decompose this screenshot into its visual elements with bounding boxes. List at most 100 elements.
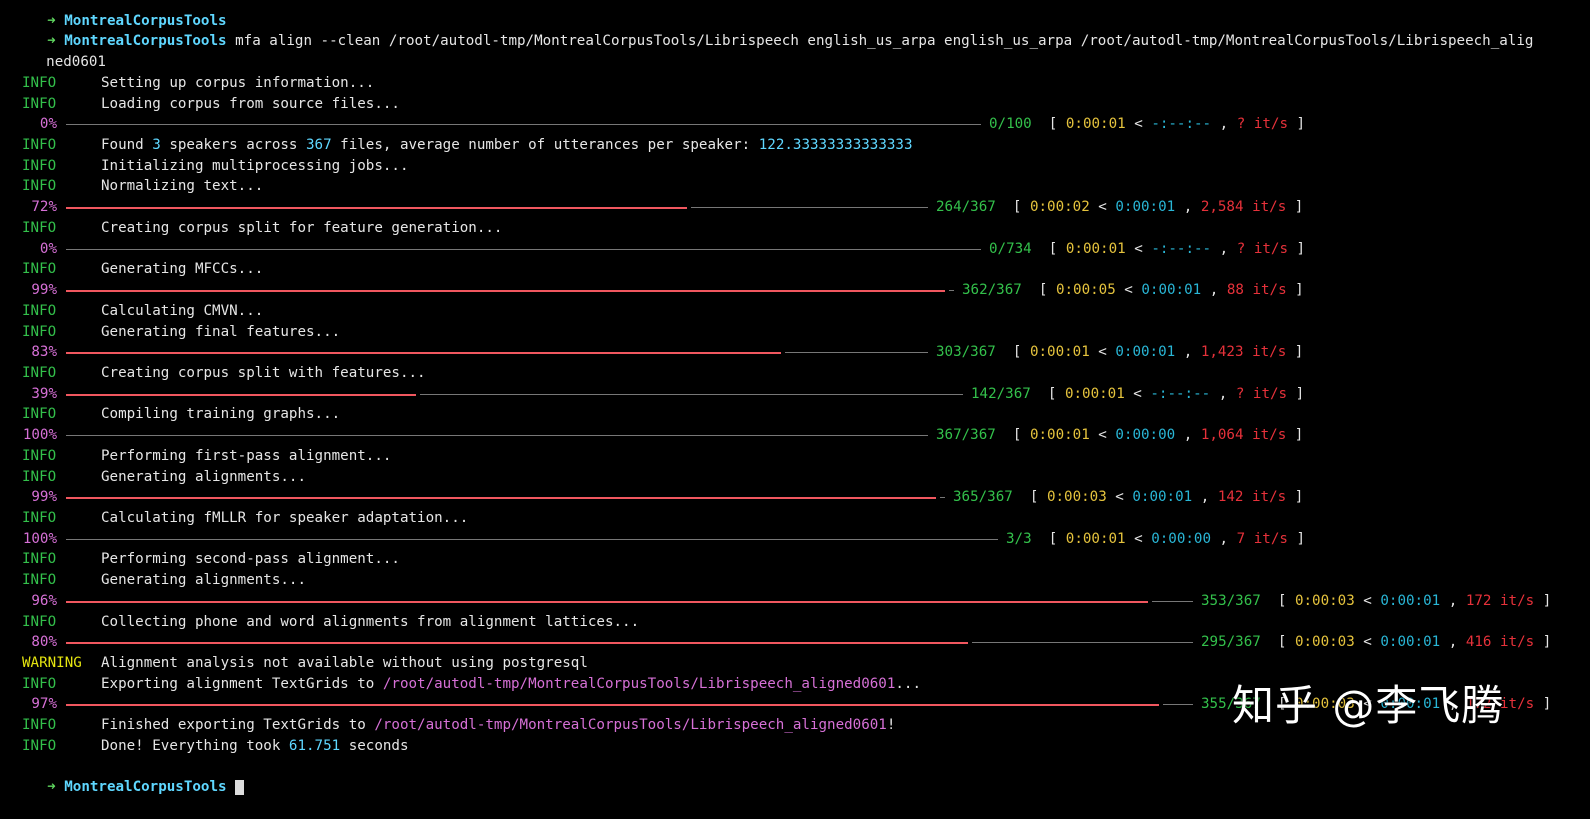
log-line-info: INFO Calculating fMLLR for speaker adapta… bbox=[0, 507, 1590, 529]
log-message: Alignment analysis not available without… bbox=[101, 655, 588, 671]
log-level: INFO bbox=[22, 572, 57, 589]
progress-remaining: 0:00:01 bbox=[1380, 592, 1441, 609]
log-message: Found 3 speakers across 367 files, avera… bbox=[101, 135, 912, 156]
progress-elapsed: 0:00:05 bbox=[1055, 282, 1116, 299]
progress-bar-remaining bbox=[972, 642, 1193, 644]
progress-remaining: 0:00:01 bbox=[1380, 634, 1441, 651]
elapsed-seconds: 61.751 bbox=[288, 737, 341, 754]
log-level: INFO bbox=[22, 137, 57, 154]
log-line-info: INFO Collecting phone and word alignments… bbox=[0, 611, 1590, 633]
progress-bar-remaining bbox=[66, 538, 998, 540]
progress-bar-remaining bbox=[420, 393, 963, 395]
prompt-arrow-icon: ➜ bbox=[47, 779, 56, 796]
progress-rate-unit-text: it/s bbox=[1499, 634, 1535, 651]
progress-elapsed: 0:00:01 bbox=[1065, 240, 1126, 257]
log-level: INFO bbox=[22, 447, 57, 464]
progress-rate: 416 bbox=[1465, 634, 1492, 651]
progress-line: 99% 362/367 [ 0:00:05 < 0:00:01 , 88 it/s… bbox=[0, 280, 1590, 301]
progress-remaining: 0:00:00 bbox=[1151, 530, 1212, 547]
progress-rate: 1,423 bbox=[1200, 344, 1244, 361]
log-level: INFO bbox=[22, 509, 57, 526]
terminal-output[interactable]: ➜ MontrealCorpusTools ➜ MontrealCorpusTo… bbox=[0, 0, 1590, 795]
progress-percent: 72% bbox=[31, 199, 57, 216]
progress-bar-remaining bbox=[691, 207, 928, 209]
log-level: INFO bbox=[22, 157, 57, 174]
progress-bar-remaining bbox=[66, 248, 981, 250]
log-line-info: INFO Calculating CMVN... bbox=[0, 300, 1590, 322]
progress-percent: 0% bbox=[39, 240, 57, 257]
log-level: INFO bbox=[22, 302, 57, 319]
progress-percent: 96% bbox=[31, 592, 57, 609]
progress-rate-unit: it/s bbox=[1243, 489, 1286, 505]
progress-rate-unit-text: it/s bbox=[1252, 427, 1287, 444]
progress-stats: 142/367 [ 0:00:01 < -:--:-- , ? it/s ] bbox=[971, 385, 1305, 402]
progress-elapsed: 0:00:01 bbox=[1029, 344, 1090, 361]
progress-rate: 2,584 bbox=[1200, 199, 1244, 216]
avg-utterances: 122.33333333333333 bbox=[758, 137, 913, 154]
file-count: 367 bbox=[306, 137, 332, 154]
log-message: Done! Everything took 61.751 seconds bbox=[101, 736, 409, 757]
progress-bar-remaining bbox=[1152, 600, 1193, 602]
progress-rate-unit: it/s bbox=[1245, 531, 1288, 547]
log-message: Collecting phone and word alignments fro… bbox=[101, 613, 640, 630]
progress-rate-unit: it/s bbox=[1245, 116, 1288, 132]
progress-bar-remaining bbox=[1163, 704, 1193, 706]
log-line-info: INFO Normalizing text... bbox=[0, 176, 1590, 198]
progress-rate-unit: it/s bbox=[1491, 634, 1534, 650]
progress-percent: 99% bbox=[31, 489, 57, 506]
progress-percent: 100% bbox=[22, 427, 57, 444]
command-wrap-line: ned0601 bbox=[0, 31, 1590, 70]
prompt-cwd: MontrealCorpusTools bbox=[64, 779, 227, 796]
message-post: ... bbox=[895, 675, 921, 692]
progress-percent: 99% bbox=[31, 282, 57, 299]
progress-count: 365/367 bbox=[953, 489, 1013, 506]
progress-elapsed: 0:00:03 bbox=[1294, 592, 1355, 609]
progress-count: 367/367 bbox=[936, 427, 996, 444]
progress-bar-filled bbox=[66, 207, 687, 210]
progress-line: 96% 353/367 [ 0:00:03 < 0:00:01 , 172 it/… bbox=[0, 590, 1590, 612]
final-prompt-line[interactable]: ➜ MontrealCorpusTools bbox=[0, 757, 1590, 795]
progress-stats: 362/367 [ 0:00:05 < 0:00:01 , 88 it/s ] bbox=[962, 282, 1304, 299]
log-line-info: INFO Done! Everything took 61.751 seconds bbox=[0, 735, 1590, 757]
progress-rate-unit-text: it/s bbox=[1253, 530, 1288, 547]
progress-elapsed: 0:00:03 bbox=[1046, 489, 1107, 506]
progress-elapsed: 0:00:01 bbox=[1065, 530, 1126, 547]
progress-rate-unit-text: it/s bbox=[1253, 240, 1288, 257]
log-message: Generating final features... bbox=[101, 323, 341, 340]
message-post: ! bbox=[886, 717, 896, 734]
log-line-info: INFO Loading corpus from source files... bbox=[0, 93, 1590, 115]
progress-remaining: -:--:-- bbox=[1151, 240, 1212, 257]
log-level: WARNING bbox=[22, 655, 82, 671]
log-line-info: INFO Generating MFCCs... bbox=[0, 259, 1590, 281]
progress-rate-unit-text: it/s bbox=[1252, 282, 1287, 299]
progress-elapsed: 0:00:01 bbox=[1029, 427, 1090, 444]
progress-stats: 3/3 [ 0:00:01 < 0:00:00 , 7 it/s ] bbox=[1006, 530, 1305, 547]
progress-remaining: 0:00:01 bbox=[1115, 199, 1176, 216]
log-level: INFO bbox=[22, 95, 57, 112]
progress-rate-unit-text: it/s bbox=[1252, 199, 1287, 216]
progress-line: 83% 303/367 [ 0:00:01 < 0:00:01 , 1,423 i… bbox=[0, 342, 1590, 363]
log-level: INFO bbox=[22, 406, 57, 423]
previous-prompt-line: ➜ MontrealCorpusTools bbox=[0, 0, 1590, 29]
progress-bar-filled bbox=[66, 352, 781, 355]
log-message: Compiling training graphs... bbox=[101, 406, 341, 423]
progress-count: 264/367 bbox=[936, 199, 996, 216]
progress-rate: 1,064 bbox=[1200, 427, 1244, 444]
log-level: INFO bbox=[22, 178, 57, 195]
log-level: INFO bbox=[22, 261, 57, 278]
progress-line: 80% 295/367 [ 0:00:03 < 0:00:01 , 416 it/… bbox=[0, 632, 1590, 653]
log-message: Calculating fMLLR for speaker adaptation… bbox=[101, 509, 469, 526]
watermark: 知乎 @李飞腾 bbox=[1232, 681, 1505, 730]
progress-percent: 100% bbox=[22, 530, 57, 547]
done-pre: Done! Everything took bbox=[101, 737, 289, 754]
log-line-warning: WARNING Alignment analysis not available … bbox=[0, 653, 1590, 674]
progress-remaining: 0:00:01 bbox=[1141, 282, 1202, 299]
progress-count: 3/3 bbox=[1006, 530, 1032, 547]
progress-bar-filled bbox=[66, 497, 936, 500]
progress-remaining: 0:00:01 bbox=[1132, 489, 1193, 506]
log-message: Calculating CMVN... bbox=[101, 302, 264, 319]
done-post: seconds bbox=[340, 737, 409, 754]
progress-rate: ? bbox=[1236, 240, 1246, 257]
progress-bar-remaining bbox=[949, 290, 954, 292]
log-line-info: INFO Generating final features... bbox=[0, 321, 1590, 343]
